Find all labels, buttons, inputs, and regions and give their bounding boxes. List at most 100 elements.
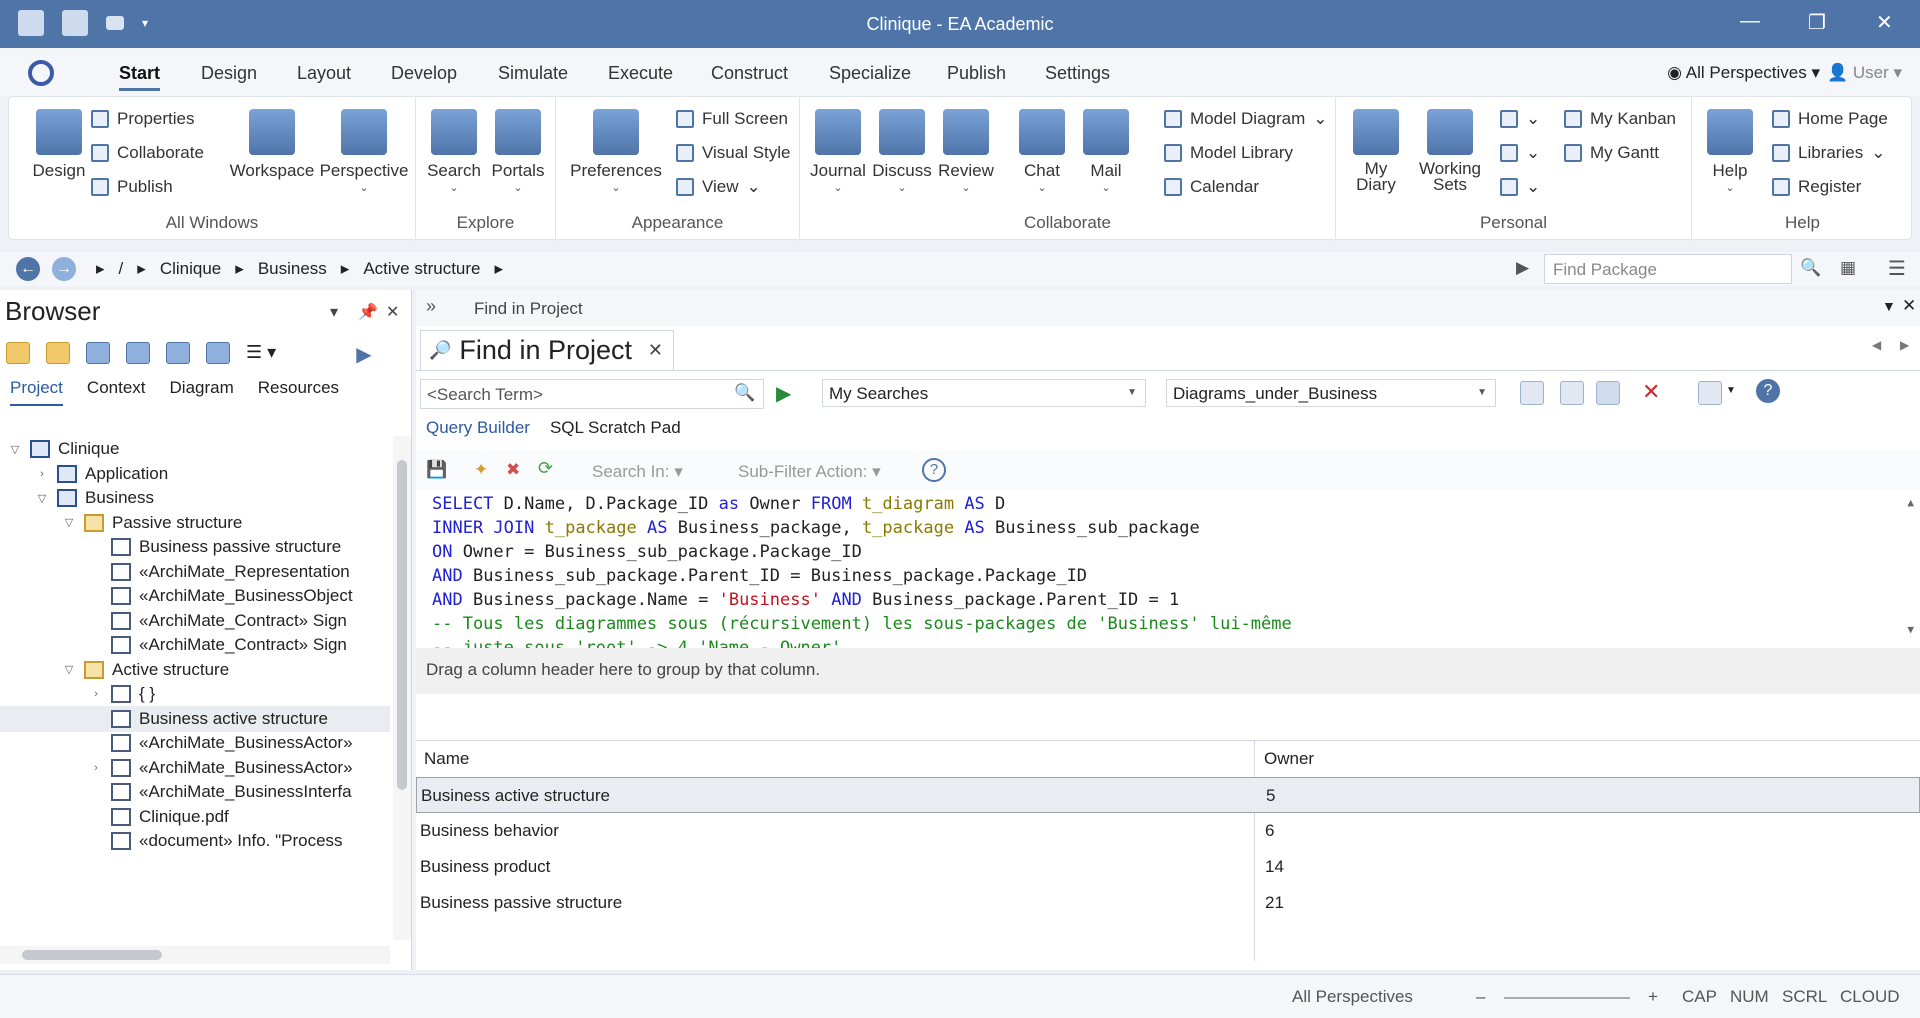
register-button[interactable]: Register bbox=[1772, 177, 1861, 197]
column-header-name[interactable]: Name bbox=[424, 749, 469, 769]
tree-node[interactable]: «document» Info. "Process bbox=[89, 828, 343, 854]
browser-menu-icon[interactable]: ☰ ▾ bbox=[246, 342, 276, 367]
tab-resources[interactable]: Resources bbox=[258, 378, 339, 406]
group-by-area[interactable]: Drag a column header here to group by th… bbox=[416, 648, 1920, 694]
search-in-select[interactable]: Search In: ▾ bbox=[592, 462, 683, 482]
tab-query-builder[interactable]: Query Builder bbox=[426, 418, 530, 438]
collaborate-window-button[interactable]: Collaborate bbox=[91, 143, 204, 163]
home-page-button[interactable]: Home Page bbox=[1772, 109, 1888, 129]
expand-right-icon[interactable]: ▶ bbox=[356, 342, 371, 367]
add-filter-icon[interactable]: ✦ bbox=[474, 460, 488, 480]
expand-toggle-icon[interactable]: › bbox=[89, 688, 103, 700]
tab-diagram[interactable]: Diagram bbox=[170, 378, 234, 406]
table-row[interactable]: Business product 14 bbox=[416, 849, 1920, 885]
delete-search-icon[interactable]: ✕ bbox=[1642, 379, 1660, 405]
my-diary-button[interactable]: My Diary bbox=[1344, 109, 1408, 193]
chat-button[interactable]: Chat ⌄ bbox=[1010, 109, 1074, 194]
new-folder-icon[interactable] bbox=[46, 342, 70, 364]
perspectives-menu[interactable]: ◉ All Perspectives ▾ bbox=[1667, 63, 1820, 83]
output-options-icon[interactable] bbox=[1698, 381, 1722, 405]
tab-context[interactable]: Context bbox=[87, 378, 146, 406]
new-diagram-icon[interactable] bbox=[86, 342, 110, 364]
breadcrumb-root[interactable]: / bbox=[119, 259, 124, 279]
search-icon[interactable]: 🔍 bbox=[734, 383, 755, 403]
portals-button[interactable]: Portals ⌄ bbox=[486, 109, 550, 194]
model-library-button[interactable]: Model Library bbox=[1164, 143, 1293, 163]
gadget-menu[interactable]: ⌄ bbox=[1500, 177, 1540, 197]
tab-simulate[interactable]: Simulate bbox=[498, 63, 568, 84]
scroll-right-icon[interactable]: ▶ bbox=[1900, 338, 1909, 352]
grid-view-icon[interactable]: ▦ bbox=[1840, 258, 1856, 278]
calendar-button[interactable]: Calendar bbox=[1164, 177, 1259, 197]
dropdown-icon[interactable]: ▼ bbox=[1882, 298, 1896, 314]
find-package-input[interactable]: Find Package bbox=[1544, 254, 1792, 284]
help-icon[interactable]: ? bbox=[1756, 379, 1780, 403]
breadcrumb-clinique[interactable]: Clinique bbox=[160, 259, 221, 279]
design-button[interactable]: Design bbox=[19, 109, 99, 181]
tab-construct[interactable]: Construct bbox=[711, 63, 788, 84]
tree-node[interactable]: «ArchiMate_BusinessInterfa bbox=[89, 779, 352, 805]
sql-editor[interactable]: SELECT D.Name, D.Package_ID as Owner FRO… bbox=[416, 492, 1920, 658]
tab-project[interactable]: Project bbox=[10, 378, 63, 406]
tree-node[interactable]: › { } bbox=[89, 681, 155, 707]
tree-node[interactable]: Business passive structure bbox=[89, 534, 341, 560]
expand-toggle-icon[interactable]: ▽ bbox=[35, 492, 49, 505]
tree-node[interactable]: › Application bbox=[35, 461, 168, 487]
tab-sql-scratch-pad[interactable]: SQL Scratch Pad bbox=[550, 418, 681, 438]
tree-node[interactable]: «ArchiMate_BusinessObject bbox=[89, 583, 353, 609]
pin-icon[interactable]: 📌 bbox=[358, 302, 378, 322]
my-searches-select[interactable]: My Searches ▼ bbox=[822, 379, 1146, 407]
scroll-left-icon[interactable]: ◀ bbox=[1872, 338, 1881, 352]
app-menu-icon[interactable] bbox=[28, 60, 54, 86]
tree-node[interactable]: ▽ Clinique bbox=[8, 436, 119, 462]
libraries-button[interactable]: Libraries ⌄ bbox=[1772, 143, 1885, 163]
scroll-up-icon[interactable]: ▲ bbox=[1907, 496, 1914, 509]
tab-specialize[interactable]: Specialize bbox=[829, 63, 911, 84]
save-icon[interactable]: 💾 bbox=[426, 460, 447, 480]
dropdown-icon[interactable]: ▾ bbox=[330, 302, 338, 322]
visual-style-button[interactable]: Visual Style bbox=[676, 143, 791, 163]
zoom-out-button[interactable]: – bbox=[1476, 987, 1485, 1007]
breadcrumb-active-structure[interactable]: Active structure bbox=[363, 259, 480, 279]
move-up-icon[interactable] bbox=[126, 342, 150, 364]
window-menu-1[interactable]: ⌄ bbox=[1500, 109, 1540, 129]
close-icon[interactable]: ✕ bbox=[1902, 296, 1916, 316]
review-button[interactable]: Review ⌄ bbox=[934, 109, 998, 194]
vertical-scrollbar[interactable] bbox=[393, 436, 411, 940]
new-package-icon[interactable] bbox=[6, 342, 30, 364]
tree-node[interactable]: «ArchiMate_BusinessActor» bbox=[89, 730, 353, 756]
perspective-button[interactable]: Perspective ⌄ bbox=[317, 109, 411, 194]
close-icon[interactable]: ✕ bbox=[386, 302, 399, 322]
menu-icon[interactable]: ☰ bbox=[1888, 256, 1906, 281]
forward-icon[interactable]: → bbox=[52, 257, 76, 281]
preferences-button[interactable]: Preferences ⌄ bbox=[566, 109, 666, 194]
tree-node[interactable]: «ArchiMate_Contract» Sign bbox=[89, 608, 347, 634]
table-row[interactable]: Business passive structure 21 bbox=[416, 885, 1920, 921]
copy-search-icon[interactable] bbox=[1560, 381, 1584, 405]
tree-node[interactable]: «ArchiMate_Contract» Sign bbox=[89, 632, 347, 658]
publish-window-button[interactable]: Publish bbox=[91, 177, 173, 197]
subfilter-select[interactable]: Sub-Filter Action: ▾ bbox=[738, 462, 881, 482]
view-button[interactable]: View ⌄ bbox=[676, 177, 761, 197]
edit-search-icon[interactable] bbox=[1596, 381, 1620, 405]
zoom-slider[interactable] bbox=[1504, 997, 1630, 999]
horizontal-scrollbar[interactable] bbox=[0, 946, 390, 964]
clear-filter-icon[interactable]: ✖ bbox=[506, 460, 520, 480]
expand-icon[interactable]: » bbox=[426, 296, 436, 317]
workspace-button[interactable]: Workspace bbox=[227, 109, 317, 181]
expand-toggle-icon[interactable]: ▽ bbox=[62, 516, 76, 529]
tab-publish[interactable]: Publish bbox=[947, 63, 1006, 84]
new-search-icon[interactable] bbox=[1520, 381, 1544, 405]
tree-node[interactable]: Business active structure bbox=[0, 705, 390, 732]
tree-node[interactable]: Clinique.pdf bbox=[89, 804, 229, 830]
expand-toggle-icon[interactable]: ▽ bbox=[8, 443, 22, 456]
full-screen-button[interactable]: Full Screen bbox=[676, 109, 788, 129]
search-name-select[interactable]: Diagrams_under_Business ▼ bbox=[1166, 379, 1496, 407]
tree-node[interactable]: ▽ Passive structure bbox=[62, 510, 242, 536]
expand-toggle-icon[interactable]: › bbox=[89, 762, 103, 774]
close-icon[interactable]: ✕ bbox=[648, 340, 663, 361]
refresh-icon[interactable]: ⟳ bbox=[538, 458, 553, 479]
column-header-owner[interactable]: Owner bbox=[1264, 749, 1314, 769]
table-row[interactable]: Business behavior 6 bbox=[416, 813, 1920, 849]
tab-find-in-project[interactable]: 🔎 Find in Project ✕ bbox=[420, 330, 674, 370]
